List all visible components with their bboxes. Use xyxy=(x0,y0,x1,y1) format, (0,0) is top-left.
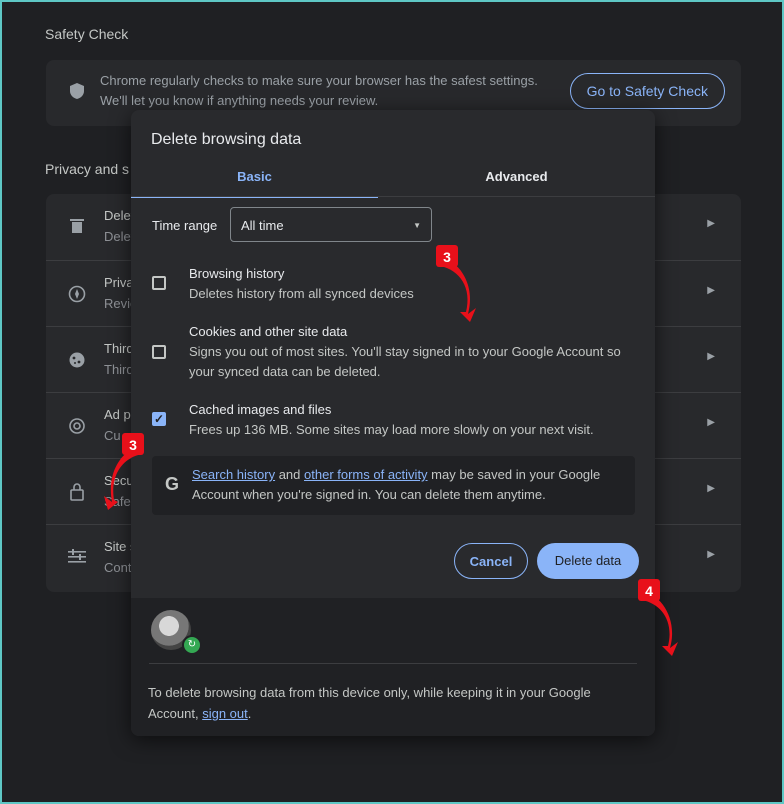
shield-icon xyxy=(68,82,86,100)
google-activity-notice: G Search history and other forms of acti… xyxy=(152,456,635,515)
safety-check-description: Chrome regularly checks to make sure you… xyxy=(100,71,538,111)
annotation-label-4: 4 xyxy=(645,583,653,599)
cancel-button[interactable]: Cancel xyxy=(454,543,528,579)
chevron-right-icon: ▶ xyxy=(707,285,715,296)
google-g-icon: G xyxy=(164,474,179,494)
row-title: Ad p xyxy=(104,407,131,422)
safety-check-line-1: Chrome regularly checks to make sure you… xyxy=(100,73,538,88)
google-notice-text: Search history and other forms of activi… xyxy=(192,465,622,505)
delete-browsing-data-dialog: Delete browsing data Basic Advanced Time… xyxy=(131,110,655,736)
row-title: Delet xyxy=(104,208,135,223)
chevron-right-icon: ▶ xyxy=(707,549,715,560)
annotation-arrow-3-top: 3 xyxy=(436,245,476,322)
option-title: Browsing history xyxy=(189,266,285,281)
option-title: Cached images and files xyxy=(189,402,332,417)
notice-connector: and xyxy=(275,467,305,482)
go-to-safety-check-button[interactable]: Go to Safety Check xyxy=(569,73,725,109)
browsing-history-checkbox[interactable] xyxy=(152,276,166,290)
row-subtitle: Third xyxy=(104,362,134,377)
lock-icon xyxy=(68,483,86,501)
cached-images-checkbox[interactable]: ✓ xyxy=(152,412,166,426)
annotation-label-3a: 3 xyxy=(443,249,451,265)
time-range-label: Time range xyxy=(152,218,218,233)
safety-check-line-2: We'll let you know if anything needs you… xyxy=(100,93,379,108)
cookie-icon xyxy=(68,351,86,369)
option-title: Cookies and other site data xyxy=(189,324,348,339)
search-history-link[interactable]: Search history xyxy=(192,467,275,482)
row-title: Priva xyxy=(104,275,134,290)
annotation-arrow-4: 4 xyxy=(638,579,678,656)
trash-icon xyxy=(68,218,86,236)
footer-end: . xyxy=(247,706,252,721)
sliders-icon xyxy=(68,549,86,567)
annotation-label-3b: 3 xyxy=(129,437,137,453)
safety-check-heading: Safety Check xyxy=(45,26,129,42)
tab-basic[interactable]: Basic xyxy=(131,162,378,198)
sync-badge-icon: ↻ xyxy=(182,635,202,655)
row-title: Third xyxy=(104,341,134,356)
delete-data-button[interactable]: Delete data xyxy=(537,543,639,579)
chevron-right-icon: ▶ xyxy=(707,483,715,494)
option-description: Deletes history from all synced devices xyxy=(189,286,414,301)
other-activity-link[interactable]: other forms of activity xyxy=(304,467,428,482)
row-subtitle: Cont xyxy=(104,560,132,575)
time-range-select[interactable]: All time ▼ xyxy=(230,207,432,242)
dropdown-caret-icon: ▼ xyxy=(413,221,421,230)
compass-icon xyxy=(68,285,86,303)
row-subtitle: Delet xyxy=(104,229,135,244)
dialog-footer: ↻ To delete browsing data from this devi… xyxy=(131,598,655,736)
chevron-right-icon: ▶ xyxy=(707,218,715,229)
chevron-right-icon: ▶ xyxy=(707,417,715,428)
option-description: Frees up 136 MB. Some sites may load mor… xyxy=(189,422,594,437)
cookies-checkbox[interactable] xyxy=(152,345,166,359)
annotation-arrow-3-left: 3 xyxy=(104,433,144,510)
browser-settings-page: Safety Check Chrome regularly checks to … xyxy=(2,2,782,802)
privacy-heading: Privacy and s xyxy=(45,161,130,177)
time-range-value: All time xyxy=(241,218,284,233)
footer-text: To delete browsing data from this device… xyxy=(148,682,628,724)
chevron-right-icon: ▶ xyxy=(707,351,715,362)
footer-divider xyxy=(149,663,637,664)
tab-advanced[interactable]: Advanced xyxy=(393,162,640,196)
sign-out-link[interactable]: sign out xyxy=(202,706,248,721)
tab-divider xyxy=(131,196,655,197)
ad-privacy-icon xyxy=(68,417,86,435)
dialog-title: Delete browsing data xyxy=(151,131,302,148)
option-description: Signs you out of most sites. You'll stay… xyxy=(189,344,621,379)
